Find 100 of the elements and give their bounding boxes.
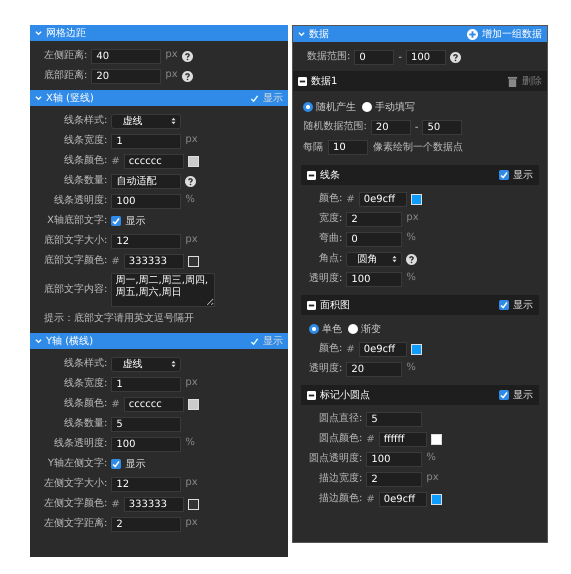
input-field[interactable]: 40 bbox=[91, 48, 162, 64]
input-field[interactable]: 5 bbox=[366, 412, 422, 426]
input-field[interactable]: 20 bbox=[91, 68, 162, 84]
unit-label: % bbox=[406, 232, 416, 243]
section-header[interactable]: 面积图 显示 bbox=[301, 295, 539, 315]
input-field[interactable]: 2 bbox=[366, 472, 422, 486]
input-field[interactable]: 0 bbox=[354, 50, 394, 64]
radio-label: 渐变 bbox=[361, 322, 381, 336]
unit-label: px bbox=[165, 49, 178, 60]
field-label: 圆点直径: bbox=[318, 412, 362, 426]
unit-label: px bbox=[406, 212, 419, 223]
input-field[interactable]: 2 bbox=[111, 516, 182, 532]
input-field[interactable]: 10 bbox=[328, 140, 368, 154]
color-swatch[interactable] bbox=[430, 494, 442, 504]
field-label: 宽度: bbox=[318, 212, 342, 226]
checkbox[interactable] bbox=[499, 390, 509, 400]
field-label: X轴底部文字: bbox=[46, 214, 108, 228]
checkbox[interactable] bbox=[499, 170, 509, 180]
field-label: 线条样式: bbox=[63, 356, 108, 371]
input-field[interactable]: 100 bbox=[346, 272, 402, 286]
input-field[interactable]: 20 bbox=[370, 120, 411, 134]
input-field[interactable]: 333333 bbox=[124, 254, 184, 268]
input-field[interactable]: 1 bbox=[111, 376, 182, 392]
checkbox-label: 显示 bbox=[513, 389, 533, 402]
checkbox[interactable] bbox=[111, 216, 122, 226]
section-header[interactable]: 标记小圆点 显示 bbox=[301, 385, 539, 405]
field-label: 描边宽度: bbox=[318, 472, 362, 486]
input-field[interactable]: ffffff bbox=[378, 432, 427, 446]
field-label: 底部文字颜色: bbox=[44, 254, 108, 268]
checkbox[interactable] bbox=[111, 459, 122, 469]
input-field[interactable]: 20 bbox=[346, 362, 402, 376]
color-swatch[interactable] bbox=[410, 194, 422, 204]
checkbox-label: 显示 bbox=[513, 299, 533, 312]
input-field[interactable]: 12 bbox=[111, 234, 182, 248]
field-label: 左侧距离: bbox=[44, 48, 88, 63]
color-swatch[interactable] bbox=[188, 398, 199, 410]
help-icon[interactable] bbox=[406, 254, 418, 264]
radio-button[interactable] bbox=[362, 102, 372, 112]
input-field[interactable]: cccccc bbox=[124, 396, 184, 412]
checkbox-label: 显示 bbox=[263, 335, 283, 348]
input-field[interactable]: 12 bbox=[111, 476, 182, 492]
trash-icon bbox=[507, 76, 518, 86]
section-title: 数据 bbox=[309, 28, 329, 41]
color-swatch[interactable] bbox=[410, 344, 422, 354]
input-field[interactable]: 0e9cff bbox=[358, 192, 407, 206]
input-field[interactable]: 0e9cff bbox=[358, 342, 407, 356]
select-dropdown[interactable]: 虚线 bbox=[111, 356, 182, 372]
unit-label: px bbox=[185, 477, 198, 488]
help-icon[interactable] bbox=[182, 50, 193, 62]
color-swatch[interactable] bbox=[188, 256, 199, 266]
checkbox[interactable] bbox=[499, 300, 509, 310]
check-icon[interactable] bbox=[250, 336, 259, 346]
color-swatch[interactable] bbox=[188, 498, 199, 510]
section-header[interactable]: 线条 显示 bbox=[301, 165, 539, 185]
section-header[interactable]: 数据 增加一组数据 bbox=[293, 26, 547, 42]
input-field[interactable]: 100 bbox=[111, 436, 182, 452]
collapse-icon bbox=[298, 76, 307, 86]
section-header[interactable]: Y轴 (横线) 显示 bbox=[30, 333, 288, 349]
field-label: 线条透明度: bbox=[53, 436, 108, 451]
checkbox-label: 显示 bbox=[125, 458, 146, 471]
input-field[interactable]: 0 bbox=[346, 232, 402, 246]
color-swatch[interactable] bbox=[430, 434, 442, 444]
input-field[interactable]: cccccc bbox=[124, 154, 184, 168]
input-field[interactable]: 333333 bbox=[124, 496, 184, 512]
input-field[interactable]: 5 bbox=[111, 416, 182, 432]
color-swatch[interactable] bbox=[188, 156, 199, 166]
collapse-icon bbox=[307, 390, 316, 400]
help-icon[interactable] bbox=[185, 176, 196, 186]
section-header[interactable]: 网格边距 bbox=[30, 25, 288, 41]
hash-sign: # bbox=[111, 498, 120, 510]
radio-button[interactable] bbox=[303, 102, 313, 112]
field-label: 颜色: bbox=[318, 192, 342, 206]
radio-button[interactable] bbox=[348, 324, 358, 334]
radio-button[interactable] bbox=[309, 324, 319, 334]
input-field[interactable]: 自动适配 bbox=[111, 174, 182, 188]
help-icon[interactable] bbox=[450, 52, 461, 62]
input-field[interactable]: 2 bbox=[346, 212, 402, 226]
section-title: 数据1 bbox=[311, 75, 338, 88]
select-dropdown[interactable]: 虚线 bbox=[111, 114, 182, 128]
input-field[interactable]: 100 bbox=[406, 50, 446, 64]
input-field[interactable]: 0e9cff bbox=[378, 492, 427, 506]
field-label: 透明度: bbox=[309, 272, 342, 286]
textarea-field[interactable]: 周一,周二,周三,周四,周五,周六,周日 bbox=[111, 273, 216, 307]
input-field[interactable]: 100 bbox=[366, 452, 422, 466]
input-field[interactable]: 1 bbox=[111, 134, 182, 148]
field-label: 线条颜色: bbox=[63, 154, 108, 168]
check-icon[interactable] bbox=[250, 94, 259, 102]
chevron-icon bbox=[35, 30, 42, 36]
hint-text: 提示：底部文字请用英文逗号隔开 bbox=[44, 312, 195, 326]
help-icon[interactable] bbox=[182, 70, 193, 82]
section-title: Y轴 (横线) bbox=[46, 334, 94, 348]
field-label: 线条数量: bbox=[63, 416, 108, 431]
hash-sign: # bbox=[346, 344, 355, 354]
input-field[interactable]: 100 bbox=[111, 194, 182, 208]
section-header[interactable]: X轴 (竖线) 显示 bbox=[30, 90, 288, 106]
action-button[interactable]: 增加一组数据 bbox=[467, 27, 542, 41]
plus-icon bbox=[467, 28, 478, 40]
select-dropdown[interactable]: 圆角 bbox=[346, 252, 402, 266]
input-field[interactable]: 50 bbox=[422, 120, 462, 134]
updown-icon bbox=[171, 117, 176, 125]
